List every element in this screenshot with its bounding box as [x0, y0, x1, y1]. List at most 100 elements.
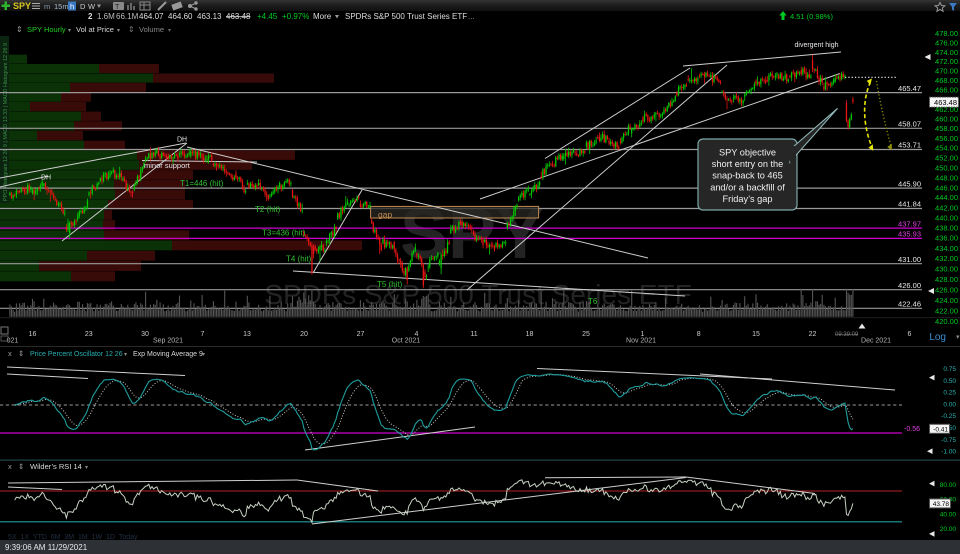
svg-text:▾: ▾ — [168, 28, 171, 34]
svg-text:Nov 2021: Nov 2021 — [626, 338, 656, 345]
svg-text:▾: ▾ — [956, 334, 960, 341]
svg-text:476.00: 476.00 — [935, 38, 958, 47]
svg-text:43.78: 43.78 — [933, 501, 950, 508]
svg-text:+0.97%: +0.97% — [282, 12, 309, 21]
svg-text:T4 (hit): T4 (hit) — [286, 255, 312, 264]
svg-text:1.6M: 1.6M — [97, 12, 115, 21]
svg-text:gap: gap — [378, 210, 392, 220]
svg-text:434.00: 434.00 — [935, 244, 958, 253]
svg-text:-0.56: -0.56 — [904, 426, 920, 433]
svg-text:40.00: 40.00 — [940, 511, 957, 518]
svg-text:424.00: 424.00 — [935, 296, 958, 305]
svg-text:divergent high: divergent high — [795, 42, 839, 49]
svg-text:0.75: 0.75 — [943, 366, 956, 373]
svg-text:27: 27 — [357, 331, 365, 338]
svg-text:80.00: 80.00 — [940, 482, 957, 489]
svg-text:short entry on the: short entry on the — [712, 159, 784, 169]
svg-text:15: 15 — [752, 331, 760, 338]
svg-text:444.00: 444.00 — [935, 193, 958, 202]
svg-text:440.00: 440.00 — [935, 213, 958, 222]
svg-text:422.00: 422.00 — [935, 306, 958, 315]
svg-text:426.00: 426.00 — [898, 281, 921, 290]
svg-text:466.00: 466.00 — [935, 86, 958, 95]
svg-text:Wilder’s RSI 14: Wilder’s RSI 14 — [30, 462, 82, 471]
svg-text:453.71: 453.71 — [898, 141, 921, 150]
svg-text:460.00: 460.00 — [935, 115, 958, 124]
svg-text:4.51 (0.98%): 4.51 (0.98%) — [790, 12, 833, 21]
svg-text:x: x — [8, 462, 12, 471]
svg-text:30: 30 — [141, 331, 149, 338]
svg-text:428.00: 428.00 — [935, 275, 958, 284]
svg-text:T5 (hit): T5 (hit) — [377, 280, 403, 289]
svg-text:T1=446 (hit): T1=446 (hit) — [180, 179, 224, 188]
svg-text:463.48: 463.48 — [226, 12, 251, 21]
svg-text:448.00: 448.00 — [935, 173, 958, 182]
svg-text:474.00: 474.00 — [935, 48, 958, 57]
svg-text:-0.75: -0.75 — [941, 437, 956, 444]
svg-text:▾: ▾ — [85, 465, 88, 471]
svg-text:13: 13 — [243, 331, 251, 338]
svg-text:Oct 2021: Oct 2021 — [392, 338, 421, 345]
svg-text:-0.41: -0.41 — [933, 426, 948, 433]
svg-text:+4.45: +4.45 — [257, 12, 278, 21]
svg-text:8: 8 — [697, 331, 701, 338]
svg-text:25: 25 — [582, 331, 590, 338]
svg-text:450.00: 450.00 — [935, 163, 958, 172]
svg-text:435.93: 435.93 — [898, 230, 921, 239]
svg-text:436.00: 436.00 — [935, 234, 958, 243]
svg-text:Log: Log — [929, 332, 946, 343]
svg-text:-1.00: -1.00 — [941, 449, 956, 456]
svg-text:66.1M: 66.1M — [116, 12, 139, 21]
svg-text:465.47: 465.47 — [898, 84, 921, 93]
svg-text:20.00: 20.00 — [940, 526, 957, 533]
svg-text:Dec 2021: Dec 2021 — [861, 338, 891, 345]
svg-text:SPY Hourly: SPY Hourly — [27, 25, 66, 34]
svg-text:SPY: SPY — [13, 1, 31, 11]
svg-text:0.50: 0.50 — [943, 378, 956, 385]
svg-text:430.00: 430.00 — [935, 265, 958, 274]
svg-text:x: x — [8, 349, 12, 358]
svg-text:Vol at Price: Vol at Price — [76, 25, 114, 34]
svg-text:W: W — [88, 2, 96, 11]
svg-text:⇕: ⇕ — [18, 462, 24, 471]
svg-text:Exp Moving Average 9: Exp Moving Average 9 — [133, 351, 203, 358]
svg-text:426.00: 426.00 — [935, 285, 958, 294]
svg-text:2: 2 — [88, 12, 93, 21]
svg-text:420.00: 420.00 — [935, 317, 958, 326]
svg-text:468.00: 468.00 — [935, 76, 958, 85]
svg-text:snap-back to 465: snap-back to 465 — [712, 171, 783, 181]
svg-text:m: m — [44, 2, 50, 11]
svg-text:454.00: 454.00 — [935, 144, 958, 153]
svg-text:463.13: 463.13 — [197, 12, 222, 21]
svg-text:...: ... — [468, 12, 475, 21]
svg-text:463.48: 463.48 — [934, 98, 957, 107]
svg-text:Friday’s gap: Friday’s gap — [723, 194, 773, 204]
svg-text:422.46: 422.46 — [898, 300, 921, 309]
svg-text:7: 7 — [201, 331, 205, 338]
svg-text:18: 18 — [526, 331, 534, 338]
svg-text:23: 23 — [85, 331, 93, 338]
svg-text:446.00: 446.00 — [935, 183, 958, 192]
svg-text:437.97: 437.97 — [898, 219, 921, 228]
svg-text:0.25: 0.25 — [943, 390, 956, 397]
svg-text:15m: 15m — [54, 2, 69, 11]
svg-text:▾: ▾ — [124, 352, 127, 358]
svg-text:09:39:09: 09:39:09 — [835, 332, 859, 338]
svg-text:DH: DH — [177, 137, 187, 144]
svg-text:Sep 2021: Sep 2021 — [153, 338, 183, 345]
svg-text:5X 1X YTD 6M 3M 1M 1W 1: 5X 1X YTD 6M 3M 1M 1W 1D Today — [8, 534, 138, 541]
svg-text:9:39:06 AM 11/29/2021: 9:39:06 AM 11/29/2021 — [5, 543, 88, 552]
svg-text:20: 20 — [300, 331, 308, 338]
svg-text:D: D — [80, 2, 86, 11]
svg-text:438.00: 438.00 — [935, 224, 958, 233]
svg-text:T2 (hit): T2 (hit) — [255, 205, 281, 214]
svg-text:▾: ▾ — [117, 28, 120, 34]
svg-text:and/or a backfill of: and/or a backfill of — [710, 182, 785, 192]
svg-text:SPY objective: SPY objective — [719, 148, 776, 158]
svg-text:452.00: 452.00 — [935, 154, 958, 163]
svg-text:▾: ▾ — [202, 352, 205, 358]
svg-text:T3=436 (hit): T3=436 (hit) — [262, 229, 306, 238]
svg-text:470.00: 470.00 — [935, 67, 958, 76]
svg-text:⇕: ⇕ — [128, 25, 135, 34]
svg-text:-0.25: -0.25 — [941, 413, 956, 420]
